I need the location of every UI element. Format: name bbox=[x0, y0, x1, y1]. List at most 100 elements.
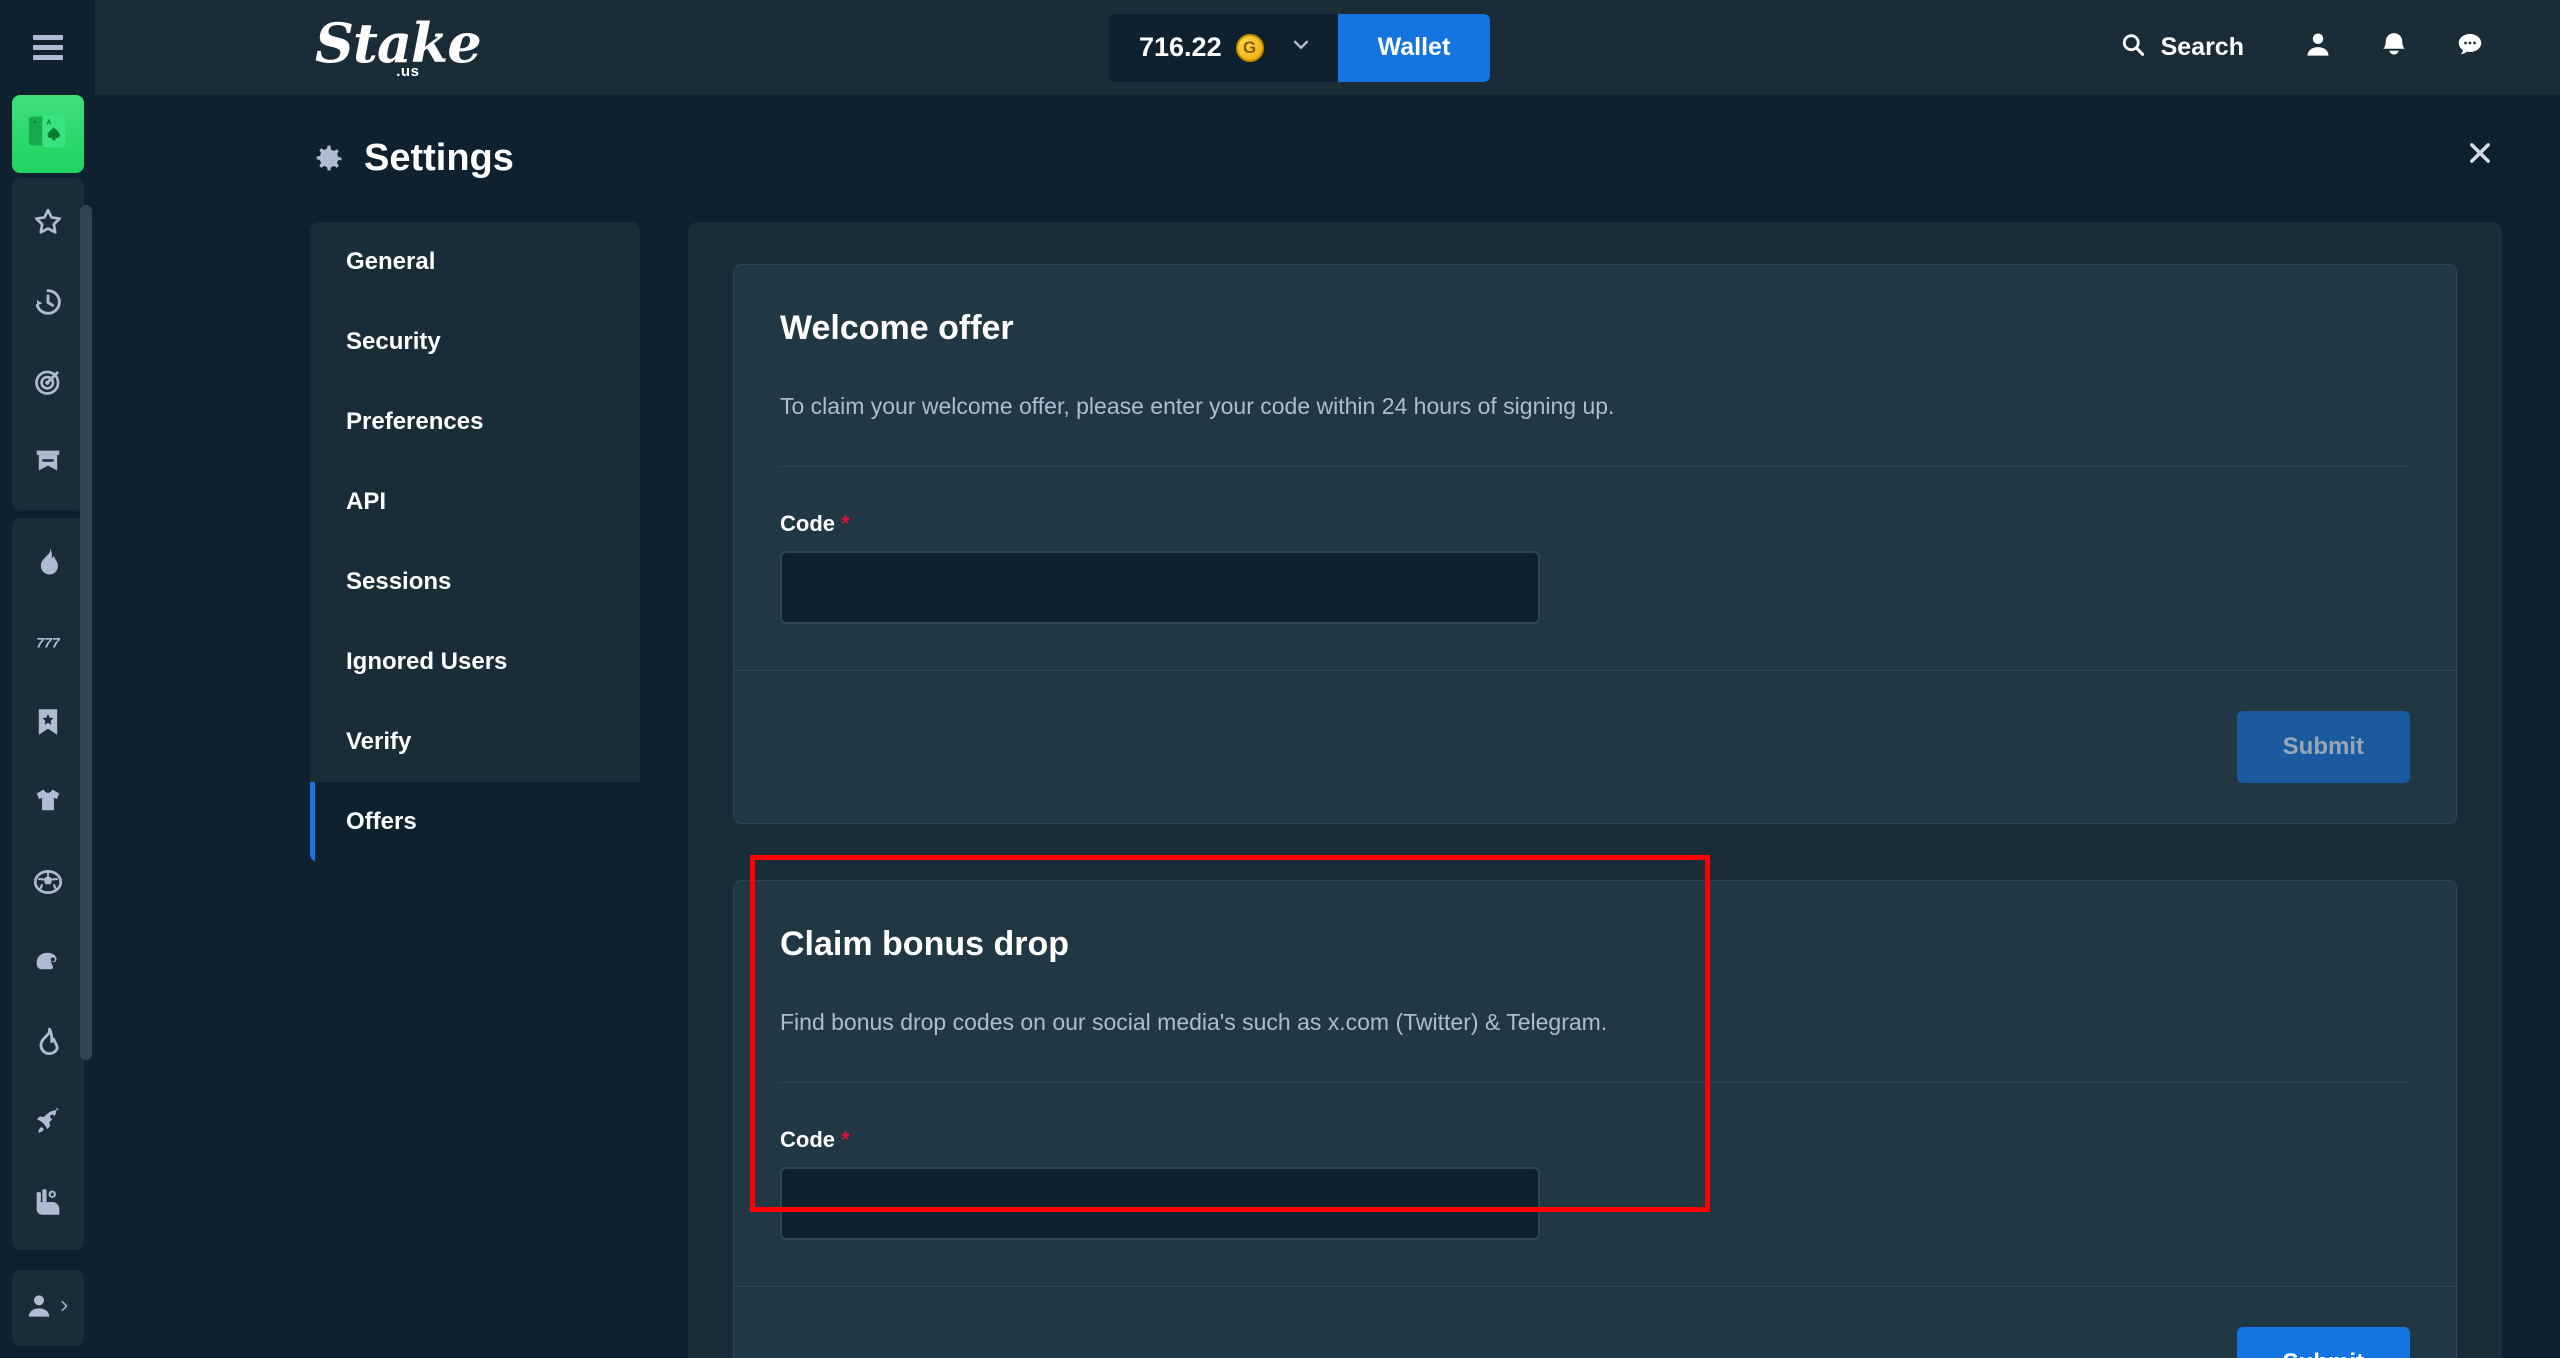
welcome-offer-description: To claim your welcome offer, please ente… bbox=[780, 390, 2410, 468]
rail-item-bookmarks[interactable] bbox=[12, 684, 84, 764]
rail-item-soccer[interactable] bbox=[12, 844, 84, 924]
svg-text:A: A bbox=[46, 119, 51, 126]
settings-nav: General Security Preferences API Session… bbox=[310, 222, 640, 862]
sidebar-item-ignored-users[interactable]: Ignored Users bbox=[310, 622, 640, 702]
close-icon bbox=[2466, 139, 2494, 172]
star-outline-icon bbox=[31, 205, 65, 244]
close-button[interactable] bbox=[2458, 133, 2502, 177]
svg-text:777: 777 bbox=[36, 635, 61, 651]
person-icon bbox=[24, 1291, 54, 1326]
rail-item-baseball[interactable] bbox=[12, 924, 84, 1004]
chat-button[interactable] bbox=[2432, 18, 2508, 78]
flame-icon bbox=[31, 545, 65, 584]
rail-item-hot-games[interactable] bbox=[12, 524, 84, 604]
welcome-offer-body: Welcome offer To claim your welcome offe… bbox=[734, 265, 2456, 670]
sidebar-item-security[interactable]: Security bbox=[310, 302, 640, 382]
welcome-offer-card: Welcome offer To claim your welcome offe… bbox=[733, 264, 2457, 825]
bonus-drop-code-label: Code * bbox=[780, 1127, 2410, 1153]
bonus-drop-footer: Submit bbox=[734, 1286, 2456, 1358]
balance-wallet-group: 716.22 G Wallet bbox=[1109, 13, 1491, 82]
rail-item-recent[interactable] bbox=[12, 264, 84, 344]
flame-outline-icon bbox=[31, 1025, 65, 1064]
rail-scrollbar[interactable] bbox=[80, 205, 92, 1060]
welcome-code-label: Code * bbox=[780, 511, 2410, 537]
target-challenges-icon bbox=[31, 365, 65, 404]
sidebar-item-offers[interactable]: Offers bbox=[310, 782, 640, 862]
nav-label: API bbox=[346, 488, 387, 515]
sidebar-item-api[interactable]: API bbox=[310, 462, 640, 542]
rail-item-slots[interactable]: 777 bbox=[12, 604, 84, 684]
rail-item-sports[interactable] bbox=[12, 764, 84, 844]
header-actions: Search bbox=[2119, 18, 2560, 78]
welcome-code-label-text: Code bbox=[780, 511, 835, 537]
required-asterisk: * bbox=[841, 1127, 850, 1153]
rail-item-boosts[interactable] bbox=[12, 1084, 84, 1164]
hand-chips-icon bbox=[31, 1185, 65, 1224]
notifications-button[interactable] bbox=[2356, 18, 2432, 78]
balance-amount: 716.22 bbox=[1139, 32, 1222, 62]
chat-bubble-icon bbox=[2455, 30, 2485, 65]
hamburger-menu-icon bbox=[32, 35, 63, 60]
search-icon bbox=[2119, 31, 2147, 64]
rail-item-favourites[interactable] bbox=[12, 184, 84, 264]
nav-label: Preferences bbox=[346, 408, 484, 435]
sports-jersey-icon bbox=[31, 785, 65, 824]
wallet-button[interactable]: Wallet bbox=[1337, 13, 1491, 82]
hamburger-menu-button[interactable] bbox=[0, 0, 95, 95]
nav-label: Ignored Users bbox=[346, 648, 508, 675]
bell-icon bbox=[2379, 30, 2409, 65]
rail-item-trending[interactable] bbox=[12, 1004, 84, 1084]
sidebar-item-preferences[interactable]: Preferences bbox=[310, 382, 640, 462]
clock-history-icon bbox=[31, 285, 65, 324]
sidebar-item-sessions[interactable]: Sessions bbox=[310, 542, 640, 622]
search-button[interactable]: Search bbox=[2119, 31, 2280, 64]
rail-item-casino[interactable]: A bbox=[11, 95, 84, 173]
baseball-mitt-icon bbox=[31, 945, 65, 984]
rail-group-games: 777 bbox=[11, 518, 84, 1250]
welcome-submit-button[interactable]: Submit bbox=[2236, 711, 2410, 784]
soccer-ball-icon bbox=[31, 865, 65, 904]
rail-group-primary bbox=[11, 178, 84, 510]
page-title: Settings bbox=[364, 137, 514, 179]
nav-label: Security bbox=[346, 328, 441, 355]
rocket-icon bbox=[31, 1105, 65, 1144]
bonus-drop-title: Claim bonus drop bbox=[780, 925, 1069, 964]
rail-item-challenges[interactable] bbox=[12, 344, 84, 424]
banner-flag-icon bbox=[31, 445, 65, 484]
required-asterisk: * bbox=[841, 511, 850, 537]
settings-header: Settings bbox=[95, 95, 2560, 180]
chevron-down-icon bbox=[1290, 34, 1312, 61]
balance-selector[interactable]: 716.22 G bbox=[1109, 13, 1338, 82]
offers-panel: Welcome offer To claim your welcome offe… bbox=[688, 222, 2502, 1358]
rail-item-live-casino[interactable] bbox=[12, 1164, 84, 1244]
search-label: Search bbox=[2160, 33, 2244, 61]
nav-label: Sessions bbox=[346, 568, 452, 595]
bookmark-star-icon bbox=[31, 705, 65, 744]
bonus-drop-body: Claim bonus drop Find bonus drop codes o… bbox=[734, 881, 2456, 1286]
slots-777-icon: 777 bbox=[31, 625, 65, 664]
sidebar-item-general[interactable]: General bbox=[310, 222, 640, 302]
bonus-drop-card: Claim bonus drop Find bonus drop codes o… bbox=[733, 880, 2457, 1358]
chevron-right-icon bbox=[57, 1299, 71, 1318]
logo-tld: .us bbox=[396, 63, 420, 80]
nav-label: Verify bbox=[346, 728, 412, 755]
settings-body: General Security Preferences API Session… bbox=[95, 180, 2560, 1358]
rail-item-account[interactable] bbox=[11, 1270, 84, 1346]
welcome-offer-footer: Submit bbox=[734, 670, 2456, 823]
sidebar-item-verify[interactable]: Verify bbox=[310, 702, 640, 782]
nav-label: General bbox=[346, 248, 436, 275]
rail-item-promotions[interactable] bbox=[12, 424, 84, 504]
playing-cards-icon: A bbox=[25, 109, 71, 160]
welcome-code-input[interactable] bbox=[780, 551, 1540, 625]
stake-logo[interactable]: Stake .us bbox=[315, 11, 482, 80]
profile-button[interactable] bbox=[2280, 18, 2356, 78]
bonus-drop-code-label-text: Code bbox=[780, 1127, 835, 1153]
gear-icon bbox=[310, 141, 346, 177]
gold-coin-icon: G bbox=[1235, 33, 1264, 62]
nav-label: Offers bbox=[346, 808, 417, 835]
bonus-drop-description: Find bonus drop codes on our social medi… bbox=[780, 1006, 2410, 1084]
bonus-drop-submit-button[interactable]: Submit bbox=[2236, 1327, 2410, 1358]
top-header: Stake .us 716.22 G Wallet Search bbox=[95, 0, 2560, 95]
logo-wordmark: Stake bbox=[315, 11, 482, 75]
bonus-drop-code-input[interactable] bbox=[780, 1167, 1540, 1241]
